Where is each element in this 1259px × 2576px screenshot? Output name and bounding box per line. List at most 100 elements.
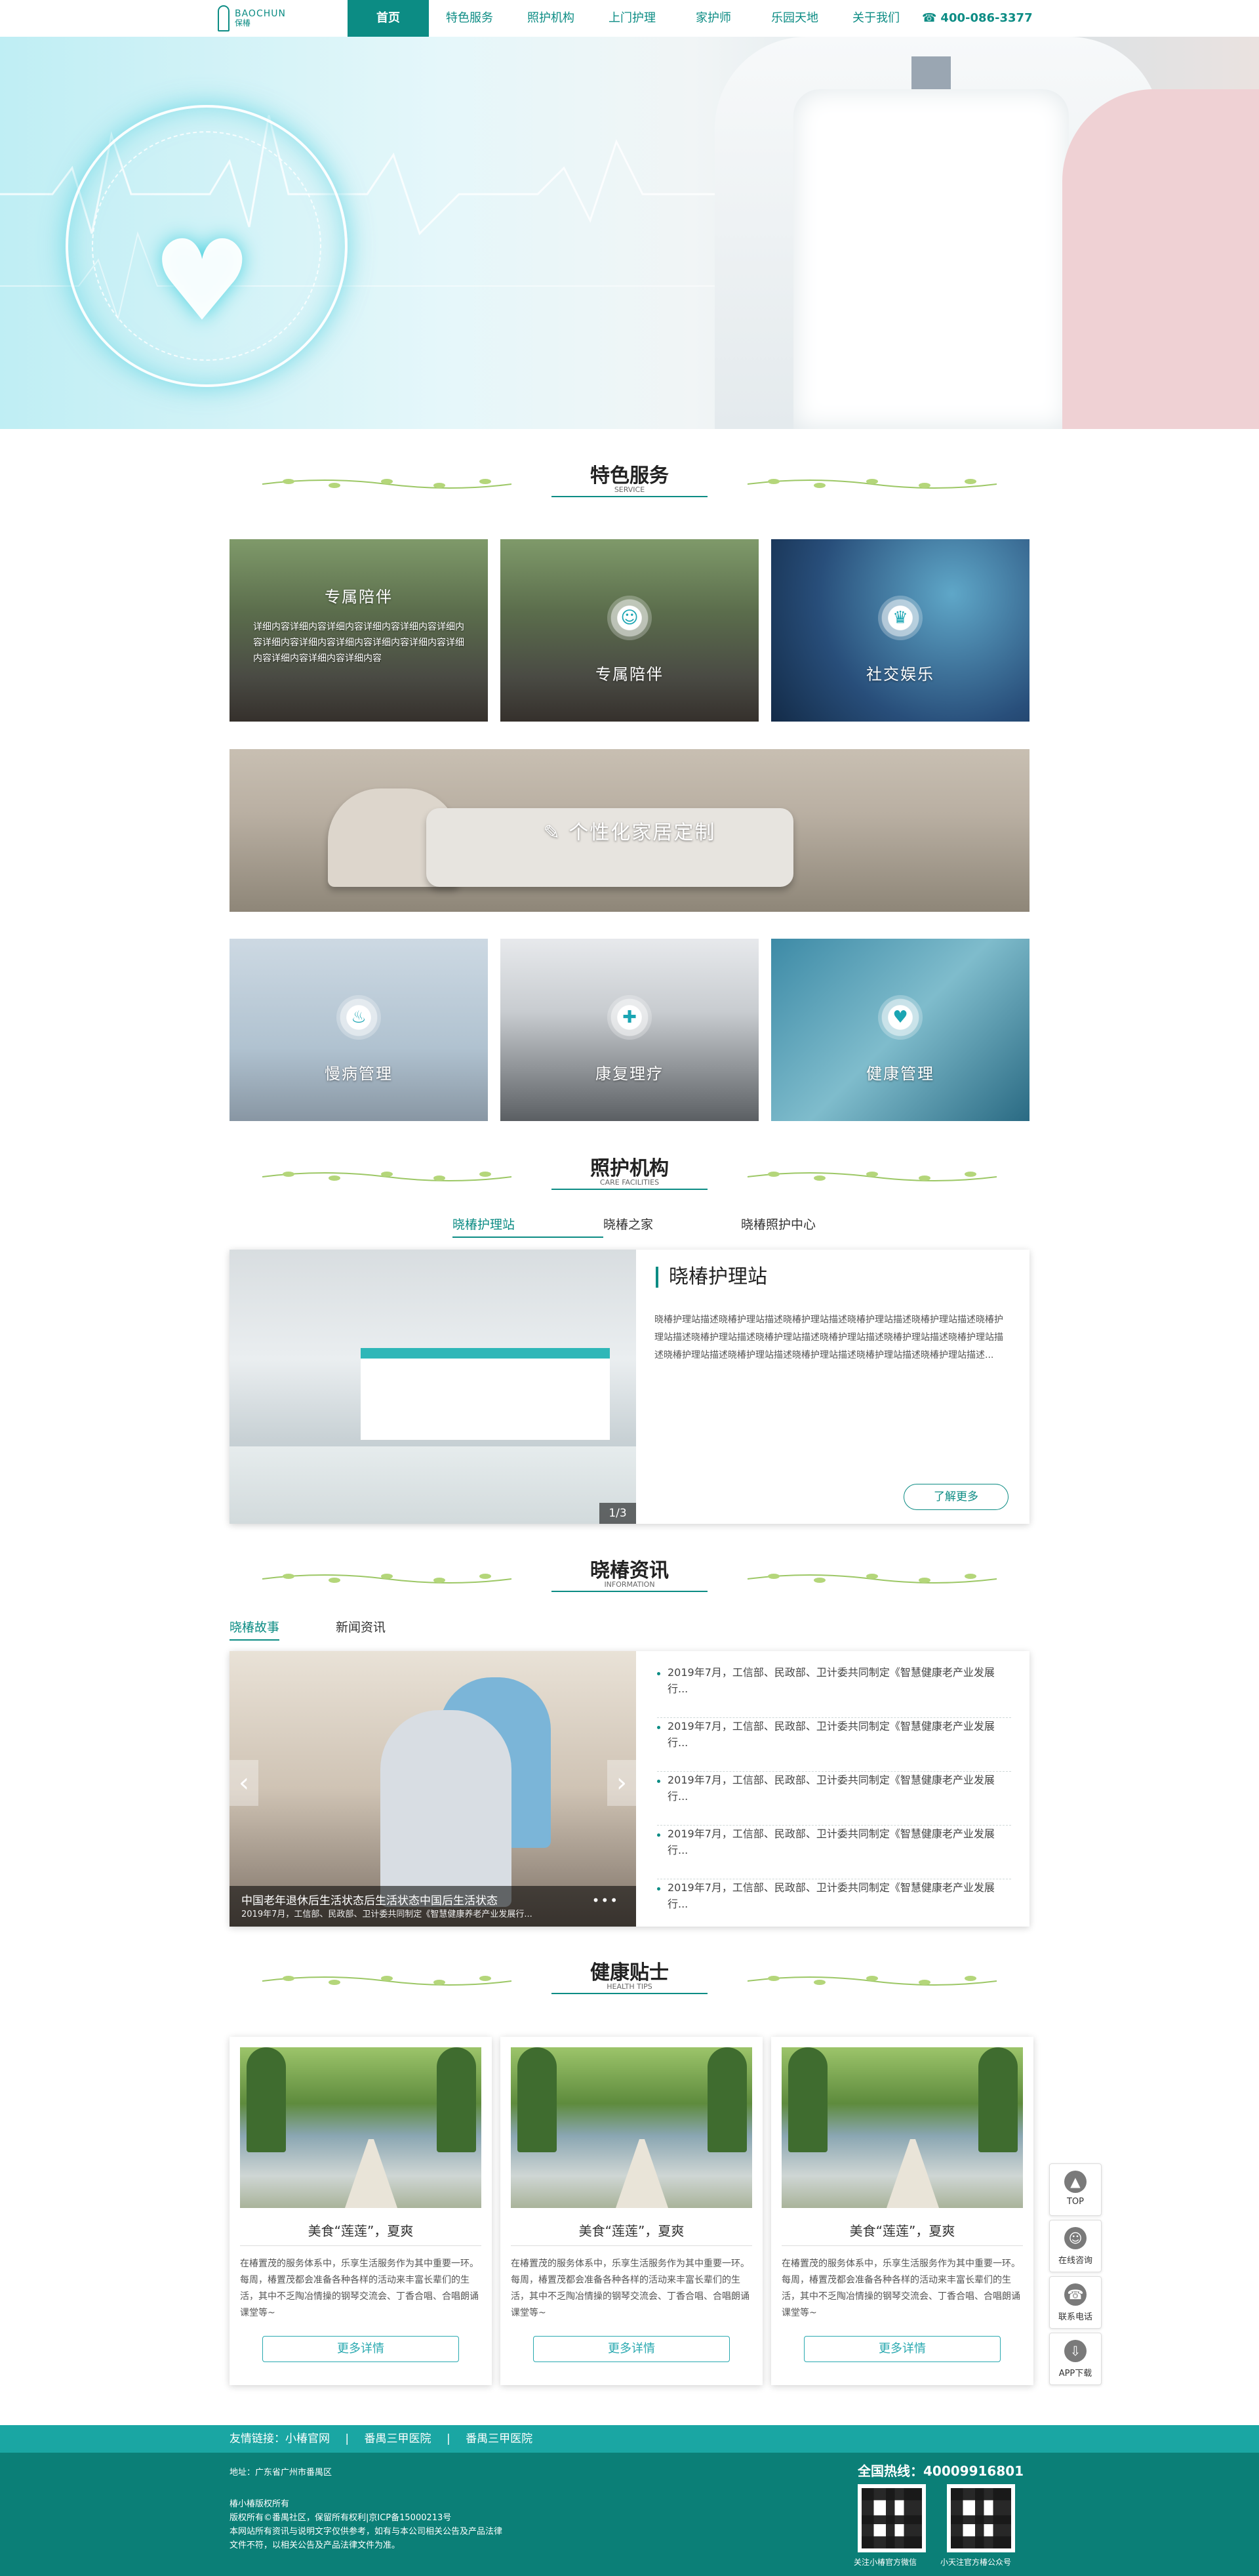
tab-news[interactable]: 新闻资讯 [336, 1618, 386, 1641]
nav-services[interactable]: 特色服务 [429, 0, 510, 37]
footer-hotline: 全国热线：40009916801 [858, 2463, 1024, 2479]
friend-link[interactable]: 友情链接：小椿官网 [230, 2432, 330, 2445]
news-item[interactable]: 2019年7月，工信部、民政部、卫计委共同制定《智慧健康老产业发展行... [657, 1826, 1011, 1879]
title-underline [551, 1189, 708, 1190]
service-card-health[interactable]: ♥ 健康管理 [771, 939, 1029, 1121]
tab-stories[interactable]: 晓椿故事 [230, 1618, 280, 1641]
title-underline [551, 1591, 708, 1592]
news-carousel[interactable]: ‹ › 中国老年退休后生活状态后生活状态中国后生活状态 2019年7月，工信部、… [230, 1651, 636, 1927]
wechat-qr-code [858, 2484, 926, 2552]
institution-desc: 晓椿护理站描述晓椿护理站描述晓椿护理站描述晓椿护理站描述晓椿护理站描述晓椿护理站… [654, 1315, 1003, 1360]
service-card-title: 专属陪伴 [595, 665, 664, 684]
services-heading: 特色服务 SERVICE [262, 459, 997, 505]
link-separator: | [345, 2432, 350, 2445]
more-dots-icon[interactable]: ••• [592, 1892, 619, 1908]
service-card-home-custom[interactable]: ✎ 个性化家居定制 [230, 749, 1029, 912]
back-to-top-button[interactable]: ▲ TOP [1049, 2163, 1102, 2216]
heartbeat-icon: ♥ [878, 995, 923, 1040]
main-menu: 首页 特色服务 照护机构 上门护理 家护师 乐园天地 关于我们 [348, 0, 917, 37]
chat-icon: ☺ [1064, 2227, 1087, 2249]
news-item[interactable]: 2019年7月，工信部、民政部、卫计委共同制定《智慧健康老产业发展行... [657, 1879, 1011, 1933]
service-card-title: 健康管理 [866, 1065, 934, 1083]
app-download-button[interactable]: ⇩ APP下载 [1049, 2333, 1102, 2385]
tip-image[interactable] [240, 2047, 481, 2208]
pulse-icon: ♨ [336, 995, 381, 1040]
section-subtitle: SERVICE [614, 485, 645, 494]
friend-links-bar: 友情链接：小椿官网 | 番禺三甲医院 | 番禺三甲医院 [0, 2425, 1259, 2453]
section-title: 特色服务 [590, 464, 669, 487]
tip-more-button[interactable]: 更多详情 [804, 2336, 1001, 2362]
service-card-companion[interactable]: ☺ 专属陪伴 [500, 539, 759, 722]
online-consult-button[interactable]: ☺ 在线咨询 [1049, 2220, 1102, 2272]
phone-number: 400-086-3377 [940, 11, 1033, 25]
tab-home[interactable]: 晓椿之家 [603, 1215, 741, 1238]
service-card-title: 慢病管理 [325, 1065, 393, 1083]
institution-title: 晓椿护理站 [656, 1267, 767, 1288]
carousel-prev-button[interactable]: ‹ [230, 1760, 258, 1806]
tab-nursing-station[interactable]: 晓椿护理站 [452, 1215, 603, 1238]
news-caption-title: 中国老年退休后生活状态后生活状态中国后生活状态 [241, 1894, 498, 1908]
tip-card: 美食“莲莲”，夏爽 在椿置茂的服务体系中，乐享生活服务作为其中重要一环。每周，椿… [230, 2037, 492, 2385]
tip-text: 在椿置茂的服务体系中，乐享生活服务作为其中重要一环。每周，椿置茂都会准备各种各样… [511, 2259, 749, 2318]
logo-text-cn: 保椿 [235, 18, 251, 28]
nav-about[interactable]: 关于我们 [835, 0, 917, 37]
learn-more-button[interactable]: 了解更多 [904, 1484, 1009, 1510]
service-card-companion-detail[interactable]: 专属陪伴 详细内容详细内容详细内容详细内容详细内容详细内容详细内容详细内容详细内… [230, 539, 488, 722]
tip-image[interactable] [511, 2047, 752, 2208]
official-account-qr-code [947, 2484, 1015, 2552]
service-card-social[interactable]: ♛ 社交娱乐 [771, 539, 1029, 722]
tips-heading: 健康贴士 HEALTH TIPS [262, 1956, 997, 2002]
news-item[interactable]: 2019年7月，工信部、民政部、卫计委共同制定《智慧健康老产业发展行... [657, 1772, 1011, 1826]
nav-caregiver[interactable]: 家护师 [673, 0, 754, 37]
download-icon: ⇩ [1064, 2340, 1087, 2362]
tab-care-center[interactable]: 晓椿照护中心 [741, 1215, 816, 1238]
floating-toolbar: ▲ TOP ☺ 在线咨询 ☎ 联系电话 ⇩ APP下载 [1049, 2163, 1102, 2389]
institution-pager: 1/3 [599, 1503, 636, 1524]
contact-phone-button[interactable]: ☎ 联系电话 [1049, 2276, 1102, 2329]
heart-icon: ♥ [152, 216, 252, 346]
news-panel: ‹ › 中国老年退休后生活状态后生活状态中国后生活状态 2019年7月，工信部、… [230, 1651, 1029, 1927]
nav-home-nursing[interactable]: 上门护理 [591, 0, 673, 37]
nav-home[interactable]: 首页 [348, 0, 429, 37]
tip-title: 美食“莲莲”，夏爽 [308, 2223, 414, 2239]
section-title: 照护机构 [590, 1157, 669, 1180]
section-title: 晓椿资讯 [590, 1559, 669, 1582]
title-underline [551, 496, 708, 497]
nav-phone[interactable]: ☎ 400-086-3377 [922, 0, 1033, 37]
section-subtitle: CARE FACILITIES [599, 1178, 660, 1187]
news-heading: 晓椿资讯 INFORMATION [262, 1554, 997, 1600]
friend-link[interactable]: 番禺三甲医院 [466, 2432, 532, 2445]
tip-title: 美食“莲莲”，夏爽 [578, 2223, 685, 2239]
news-item[interactable]: 2019年7月，工信部、民政部、卫计委共同制定《智慧健康老产业发展行... [657, 1718, 1011, 1772]
tip-image[interactable] [782, 2047, 1023, 2208]
companion-icon: ☺ [607, 596, 652, 640]
logo-text-en: BAOCHUN [235, 8, 286, 19]
carousel-next-button[interactable]: › [607, 1760, 636, 1806]
phone-icon: ☎ [1064, 2283, 1087, 2306]
logo[interactable]: BAOCHUN 保椿 [218, 3, 296, 34]
hero-banner[interactable]: ♥ [0, 37, 1259, 429]
title-underline [551, 1993, 708, 1994]
news-tabs: 晓椿故事 新闻资讯 [230, 1618, 386, 1641]
care-tabs: 晓椿护理站 晓椿之家 晓椿照护中心 [452, 1215, 816, 1238]
nav-paradise[interactable]: 乐园天地 [754, 0, 835, 37]
news-item[interactable]: 2019年7月，工信部、民政部、卫计委共同制定《智慧健康老产业发展行... [657, 1664, 1011, 1718]
friend-link[interactable]: 番禺三甲医院 [365, 2432, 431, 2445]
section-subtitle: HEALTH TIPS [607, 1982, 652, 1991]
institution-image[interactable]: 1/3 [230, 1250, 636, 1524]
tip-more-button[interactable]: 更多详情 [262, 2336, 459, 2362]
tip-title: 美食“莲莲”，夏爽 [849, 2223, 955, 2239]
service-card-desc: 详细内容详细内容详细内容详细内容详细内容详细内容详细内容详细内容详细内容详细内容… [253, 622, 464, 664]
tip-text: 在椿置茂的服务体系中，乐享生活服务作为其中重要一环。每周，椿置茂都会准备各种各样… [782, 2259, 1020, 2318]
footer-address: 地址：广东省广州市番禺区 [230, 2468, 332, 2478]
service-card-title: 社交娱乐 [866, 665, 934, 684]
tip-more-button[interactable]: 更多详情 [533, 2336, 730, 2362]
nav-care[interactable]: 照护机构 [510, 0, 591, 37]
service-card-chronic[interactable]: ♨ 慢病管理 [230, 939, 488, 1121]
rehab-icon: ✚ [607, 995, 652, 1040]
footer: 地址：广东省广州市番禺区 椿小椿版权所有 版权所有©番禺社区，保留所有权利|京I… [0, 2453, 1259, 2576]
qr-caption: 关注小椿官方微信 [854, 2558, 917, 2567]
tip-text: 在椿置茂的服务体系中，乐享生活服务作为其中重要一环。每周，椿置茂都会准备各种各样… [240, 2259, 479, 2318]
service-card-rehab[interactable]: ✚ 康复理疗 [500, 939, 759, 1121]
section-title: 健康贴士 [590, 1961, 669, 1984]
